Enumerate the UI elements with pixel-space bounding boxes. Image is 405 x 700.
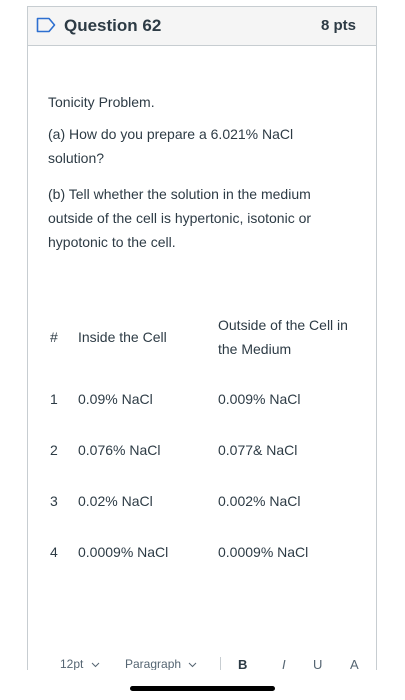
- table-cell-num: 2: [50, 442, 58, 458]
- chevron-down-icon: [91, 662, 100, 668]
- table-cell-inside: 0.09% NaCl: [78, 391, 153, 407]
- table-header-outside: Outside of the Cell in the Medium: [218, 317, 348, 357]
- question-title: Question 62: [64, 16, 162, 35]
- question-card: Question 62 8 pts Tonicity Problem. (a) …: [27, 6, 377, 670]
- font-size-select[interactable]: 12pt: [60, 657, 100, 670]
- flag-icon[interactable]: [36, 17, 56, 33]
- table-cell-inside: 0.02% NaCl: [78, 493, 153, 509]
- question-points: 8 pts: [320, 17, 356, 34]
- block-format-value: Paragraph: [125, 657, 182, 670]
- table-cell-outside: 0.002% NaCl: [218, 493, 301, 509]
- table-cell-outside: 0.077& NaCl: [218, 442, 298, 458]
- block-format-select[interactable]: Paragraph: [125, 657, 197, 670]
- table-cell-outside: 0.0009% NaCl: [218, 544, 309, 560]
- chevron-down-icon: [189, 662, 197, 668]
- table-cell-inside: 0.0009% NaCl: [78, 544, 169, 560]
- question-part-b: (b) Tell whether the solution in the med…: [48, 186, 312, 250]
- question-intro: Tonicity Problem.: [48, 94, 155, 110]
- table-header-num: #: [50, 329, 58, 345]
- text-color-button[interactable]: A: [350, 657, 359, 670]
- table-cell-num: 4: [50, 544, 58, 560]
- table-cell-num: 1: [50, 391, 58, 407]
- bold-button[interactable]: B: [238, 657, 247, 670]
- editor-toolbar: 12pt Paragraph B I U A: [28, 657, 376, 670]
- quiz-page: Question 62 8 pts Tonicity Problem. (a) …: [0, 0, 405, 700]
- question-part-a: (a) How do you prepare a 6.021% NaCl sol…: [48, 126, 294, 166]
- home-indicator: [130, 686, 275, 691]
- table-cell-num: 3: [50, 493, 58, 509]
- italic-button[interactable]: I: [282, 657, 286, 670]
- table-cell-outside: 0.009% NaCl: [218, 391, 301, 407]
- toolbar-divider: [220, 657, 221, 670]
- question-header: Question 62 8 pts: [28, 7, 376, 46]
- font-size-value: 12pt: [60, 657, 84, 670]
- table-cell-inside: 0.076% NaCl: [78, 442, 161, 458]
- table-header-inside: Inside the Cell: [78, 329, 167, 345]
- underline-button[interactable]: U: [313, 657, 322, 670]
